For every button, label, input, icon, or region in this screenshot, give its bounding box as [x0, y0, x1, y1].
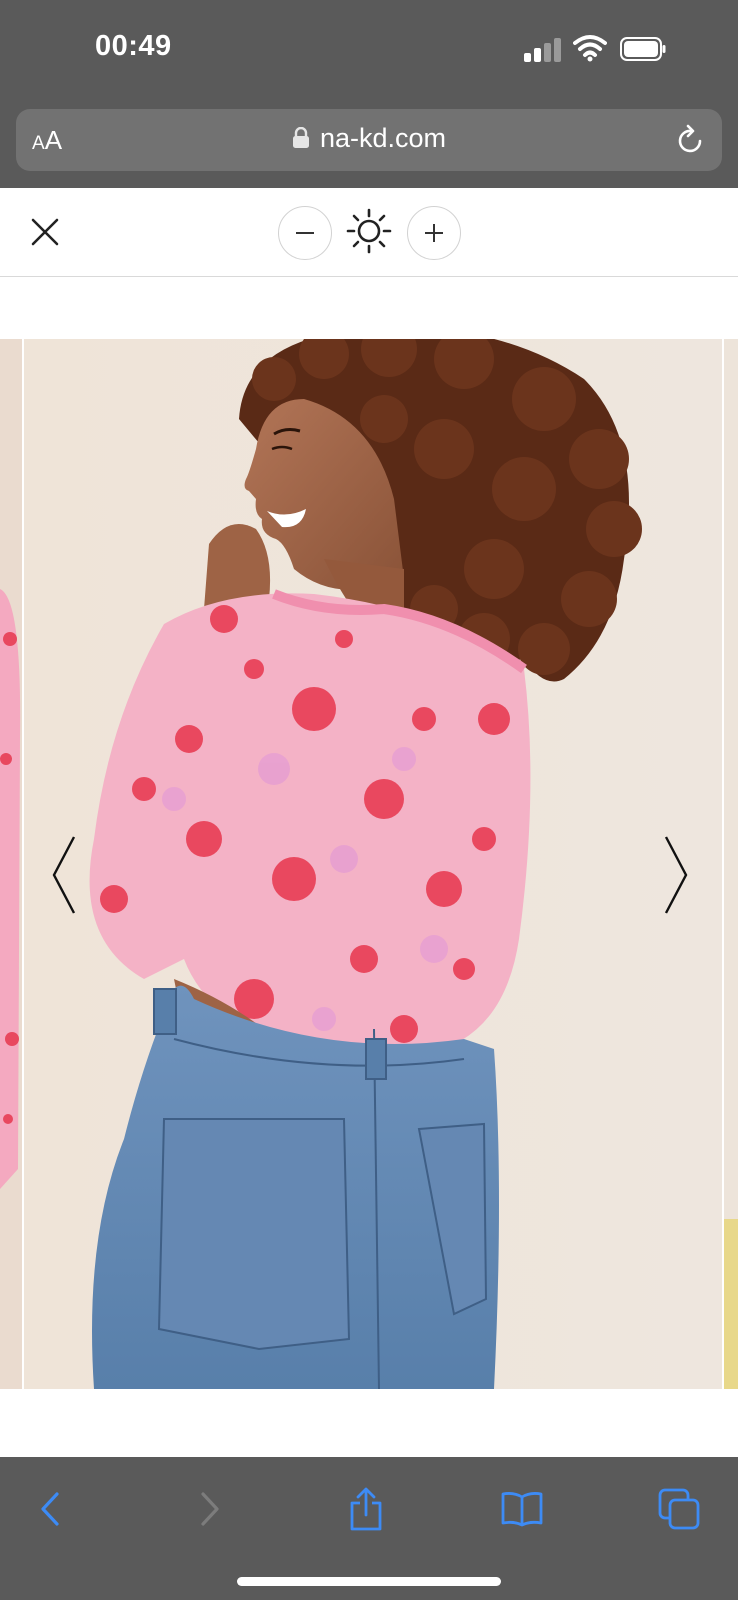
product-image-carousel[interactable]	[0, 339, 738, 1389]
product-photo[interactable]	[24, 339, 722, 1389]
url-text: na-kd.com	[319, 123, 447, 153]
home-indicator	[237, 1577, 501, 1586]
lock-icon	[292, 127, 309, 148]
tabs-button[interactable]	[657, 1487, 701, 1531]
bookmarks-button[interactable]	[500, 1487, 544, 1531]
previous-slide-peek[interactable]	[0, 339, 22, 1389]
status-time: 00:49	[95, 30, 172, 62]
back-button[interactable]	[28, 1487, 72, 1531]
next-slide-peek[interactable]	[724, 339, 738, 1389]
next-arrow-icon[interactable]	[656, 831, 696, 919]
back-icon	[41, 1492, 59, 1526]
zoom-in-icon	[425, 224, 443, 242]
brightness-icon[interactable]	[346, 208, 392, 254]
address-bar[interactable]: AA na-kd.com	[16, 109, 722, 171]
battery-icon	[620, 37, 666, 61]
forward-button[interactable]	[188, 1487, 232, 1531]
bookmarks-icon	[501, 1492, 543, 1527]
zoom-out-button[interactable]	[278, 206, 332, 260]
zoom-out-icon	[296, 232, 314, 234]
browser-top-chrome: 00:49 AA na-kd.com	[0, 0, 738, 188]
tabs-icon	[658, 1488, 700, 1530]
forward-icon	[201, 1492, 219, 1526]
reload-icon[interactable]	[676, 124, 706, 156]
image-viewer-toolbar	[0, 188, 738, 277]
share-button[interactable]	[344, 1487, 388, 1531]
share-icon	[350, 1487, 382, 1531]
cellular-signal-icon	[524, 38, 562, 62]
wifi-icon	[573, 35, 607, 62]
previous-arrow-icon[interactable]	[44, 831, 84, 919]
zoom-in-button[interactable]	[407, 206, 461, 260]
browser-bottom-toolbar	[0, 1457, 738, 1600]
close-icon[interactable]	[28, 215, 62, 249]
